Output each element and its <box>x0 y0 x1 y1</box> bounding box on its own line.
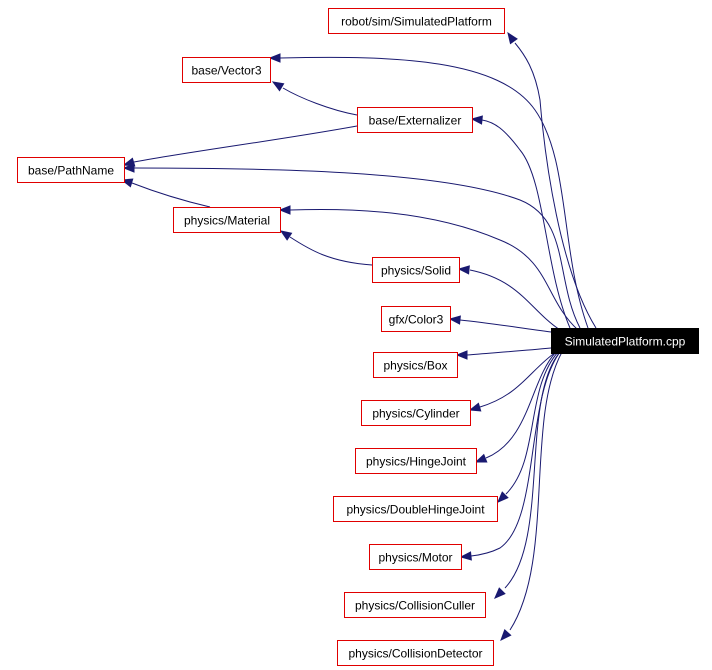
arrowhead-icon <box>122 157 136 167</box>
edge-root-to-simplatform <box>507 31 597 329</box>
node-label: SimulatedPlatform.cpp <box>565 335 686 349</box>
edge-root-to-box <box>455 347 552 360</box>
edge-line <box>514 42 597 329</box>
edge-line <box>469 269 561 331</box>
edge-externalizer-to-pathname <box>122 125 358 167</box>
node-label: base/Vector3 <box>191 64 261 78</box>
edge-root-to-hingejoint <box>474 351 557 463</box>
node-label: physics/Material <box>184 214 270 228</box>
edge-solid-to-material <box>279 230 373 266</box>
edge-material-to-pathname <box>120 178 211 208</box>
arrowhead-icon <box>494 587 506 599</box>
node-doublehingejoint[interactable]: physics/DoubleHingeJoint <box>333 496 498 522</box>
arrowhead-icon <box>468 402 482 412</box>
edge-line <box>282 87 358 116</box>
node-motor[interactable]: physics/Motor <box>369 544 462 570</box>
edge-root-to-cylinder <box>468 351 557 412</box>
node-externalizer[interactable]: base/Externalizer <box>357 107 473 133</box>
edge-root-to-color3 <box>448 315 552 333</box>
node-label: physics/DoubleHingeJoint <box>346 503 485 517</box>
edge-line <box>459 319 552 333</box>
arrowhead-icon <box>459 551 472 561</box>
arrowhead-icon <box>279 230 293 241</box>
node-simplatform[interactable]: robot/sim/SimulatedPlatform <box>328 8 505 34</box>
arrowhead-icon <box>457 265 470 275</box>
edge-root-to-externalizer <box>470 115 571 329</box>
edge-root-to-solid <box>457 265 561 331</box>
node-label: robot/sim/SimulatedPlatform <box>341 15 492 29</box>
node-cylinder[interactable]: physics/Cylinder <box>361 400 471 426</box>
node-collisionculler[interactable]: physics/CollisionCuller <box>344 592 486 618</box>
nodes-layer: SimulatedPlatform.cpp robot/sim/Simulated… <box>17 8 699 666</box>
arrowhead-icon <box>271 81 285 92</box>
root-node-simulatedplatform-cpp[interactable]: SimulatedPlatform.cpp <box>551 328 699 354</box>
arrowhead-icon <box>455 350 468 360</box>
arrowhead-icon <box>500 629 512 642</box>
node-label: base/PathName <box>28 164 114 178</box>
node-label: physics/Cylinder <box>372 407 459 421</box>
node-label: gfx/Color3 <box>389 313 444 327</box>
arrowhead-icon <box>278 205 291 215</box>
edge-line <box>509 351 563 631</box>
edge-externalizer-to-vector3 <box>271 81 358 116</box>
edge-line <box>479 351 557 408</box>
edge-root-to-collisiondetector <box>500 351 563 642</box>
edge-line <box>470 351 561 557</box>
node-material[interactable]: physics/Material <box>173 207 281 233</box>
edge-line <box>133 125 358 163</box>
node-collisiondetector[interactable]: physics/CollisionDetector <box>337 640 494 666</box>
node-vector3[interactable]: base/Vector3 <box>182 57 271 83</box>
node-label: physics/Box <box>383 359 447 373</box>
arrowhead-icon <box>507 31 518 45</box>
edge-line <box>481 119 571 329</box>
edge-line <box>466 347 552 356</box>
node-solid[interactable]: physics/Solid <box>372 257 460 283</box>
edge-line <box>131 182 211 208</box>
node-pathname[interactable]: base/PathName <box>17 157 125 183</box>
arrowhead-icon <box>470 115 483 125</box>
edge-line <box>289 236 373 266</box>
arrowhead-icon <box>474 453 488 463</box>
node-label: base/Externalizer <box>369 114 462 128</box>
edge-root-to-vector3 <box>268 53 589 329</box>
node-label: physics/Motor <box>378 551 452 565</box>
node-label: physics/HingeJoint <box>366 455 467 469</box>
node-box[interactable]: physics/Box <box>373 352 458 378</box>
arrowhead-icon <box>448 315 461 325</box>
edge-line <box>279 56 589 329</box>
node-label: physics/CollisionCuller <box>355 599 475 613</box>
arrowhead-icon <box>268 53 281 63</box>
edge-root-to-collisionculler <box>494 351 561 599</box>
edge-line <box>504 351 561 589</box>
node-label: physics/CollisionDetector <box>348 647 482 661</box>
node-hingejoint[interactable]: physics/HingeJoint <box>355 448 477 474</box>
include-dependency-graph: SimulatedPlatform.cpp robot/sim/Simulated… <box>17 8 699 666</box>
edge-line <box>133 167 581 329</box>
node-color3[interactable]: gfx/Color3 <box>381 306 451 332</box>
node-label: physics/Solid <box>381 264 451 278</box>
